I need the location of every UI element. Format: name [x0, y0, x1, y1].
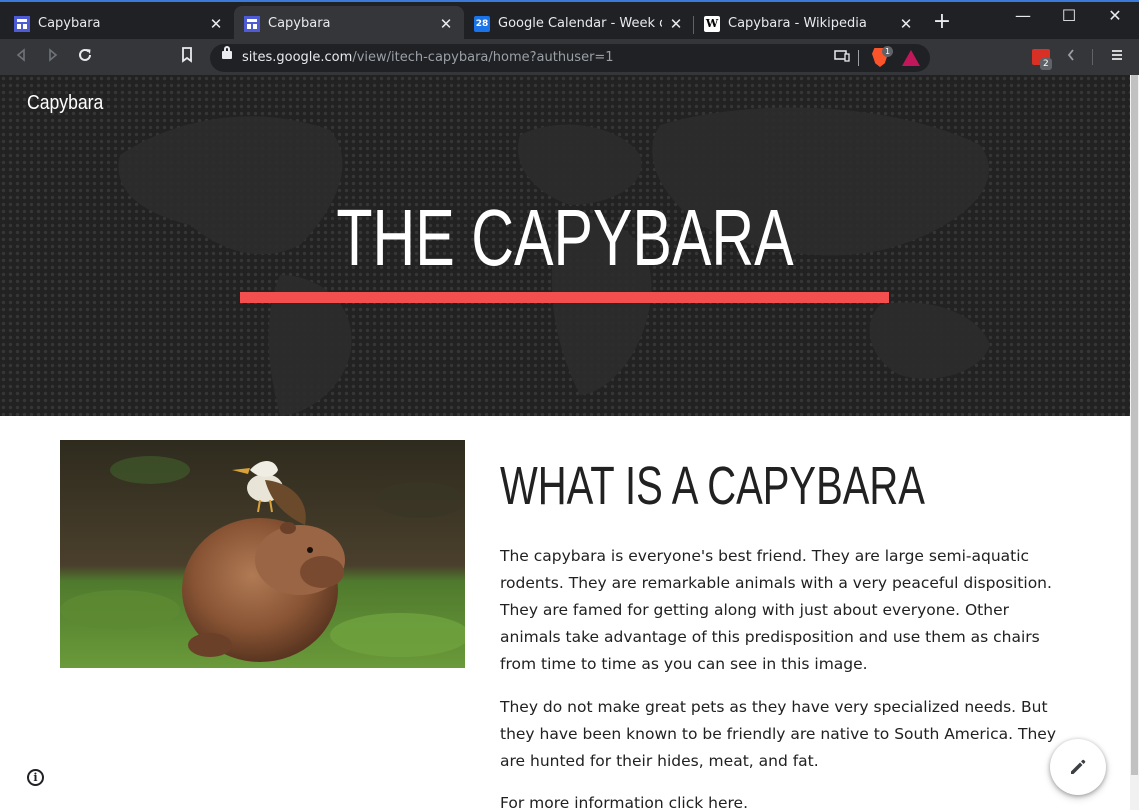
capybara-photo: [60, 440, 465, 668]
sites-icon: [244, 15, 260, 32]
tab-title: Capybara: [38, 16, 101, 31]
paragraph-intro: The capybara is everyone's best friend. …: [500, 547, 1052, 673]
brave-shield-count: 1: [882, 46, 894, 57]
hero-title: THE CAPYBARA: [336, 193, 794, 282]
tab-close-icon[interactable]: ✕: [668, 15, 684, 33]
back-button[interactable]: [10, 47, 32, 67]
tab-google-calendar[interactable]: 28 Google Calendar - Week of Augu ✕: [464, 6, 694, 41]
paragraph-pets: They do not make great pets as they have…: [500, 698, 1056, 770]
minimize-button[interactable]: —: [1000, 6, 1046, 25]
info-icon[interactable]: i: [27, 769, 44, 786]
page-content: Capybara THE CAPYBARA WHAT IS A CAPYBARA…: [0, 75, 1139, 810]
pencil-icon: [1071, 759, 1086, 774]
forward-button[interactable]: [42, 47, 64, 67]
browser-titlebar: Capybara ✕ Capybara ✕ 28 Google Calendar…: [0, 0, 1139, 41]
hero-accent-bar: [240, 292, 889, 303]
extension-badge: 2: [1040, 58, 1052, 70]
chevron-left-icon: [1067, 49, 1074, 61]
lock-icon: [222, 46, 232, 59]
tab-title: Capybara - Wikipedia: [728, 16, 867, 31]
scrollbar-thumb[interactable]: [1131, 75, 1138, 775]
reload-icon: [79, 48, 91, 61]
reload-button[interactable]: [74, 47, 96, 68]
toolbar-divider: [1092, 49, 1093, 65]
site-name[interactable]: Capybara: [27, 92, 103, 115]
tab-title: Google Calendar - Week of Augu: [498, 16, 662, 31]
window-close-button[interactable]: ✕: [1092, 6, 1138, 25]
omnibox-divider: [858, 50, 859, 66]
hero-banner: Capybara THE CAPYBARA: [0, 75, 1130, 416]
tab-wikipedia[interactable]: W Capybara - Wikipedia ✕: [694, 6, 924, 41]
tab-close-icon[interactable]: ✕: [438, 15, 454, 33]
wikipedia-icon: W: [704, 15, 720, 32]
sites-icon: [14, 15, 30, 32]
capybara-with-bird-image: [60, 440, 465, 668]
tab-capybara-2[interactable]: Capybara ✕: [234, 6, 464, 41]
new-tab-button[interactable]: +: [930, 11, 954, 33]
menu-button[interactable]: [1106, 47, 1128, 67]
browser-toolbar: sites.google.com/view/itech-capybara/hom…: [0, 39, 1139, 75]
url-text: sites.google.com/view/itech-capybara/hom…: [242, 50, 614, 65]
calendar-icon: 28: [474, 15, 490, 32]
edit-button[interactable]: [1050, 739, 1106, 795]
brave-rewards-icon[interactable]: [902, 50, 920, 66]
cast-icon[interactable]: [834, 49, 850, 67]
tab-title: Capybara: [268, 16, 331, 31]
tab-close-icon[interactable]: ✕: [208, 15, 224, 33]
address-bar[interactable]: sites.google.com/view/itech-capybara/hom…: [210, 44, 930, 72]
section-title: WHAT IS A CAPYBARA: [500, 456, 925, 516]
maximize-button[interactable]: ☐: [1046, 6, 1092, 25]
hamburger-menu-icon: [1112, 50, 1122, 60]
bookmark-button[interactable]: [176, 47, 198, 68]
forward-arrow-icon: [49, 48, 58, 62]
back-arrow-icon: [16, 48, 25, 62]
more-info-link[interactable]: For more information click here.: [500, 790, 1060, 810]
tab-close-icon[interactable]: ✕: [898, 15, 914, 33]
tab-capybara-1[interactable]: Capybara ✕: [4, 6, 234, 41]
url-path: /view/itech-capybara/home?authuser=1: [352, 50, 614, 65]
url-host: sites.google.com: [242, 50, 353, 65]
extensions-collapse-button[interactable]: [1060, 47, 1082, 67]
bookmark-icon: [182, 47, 192, 63]
